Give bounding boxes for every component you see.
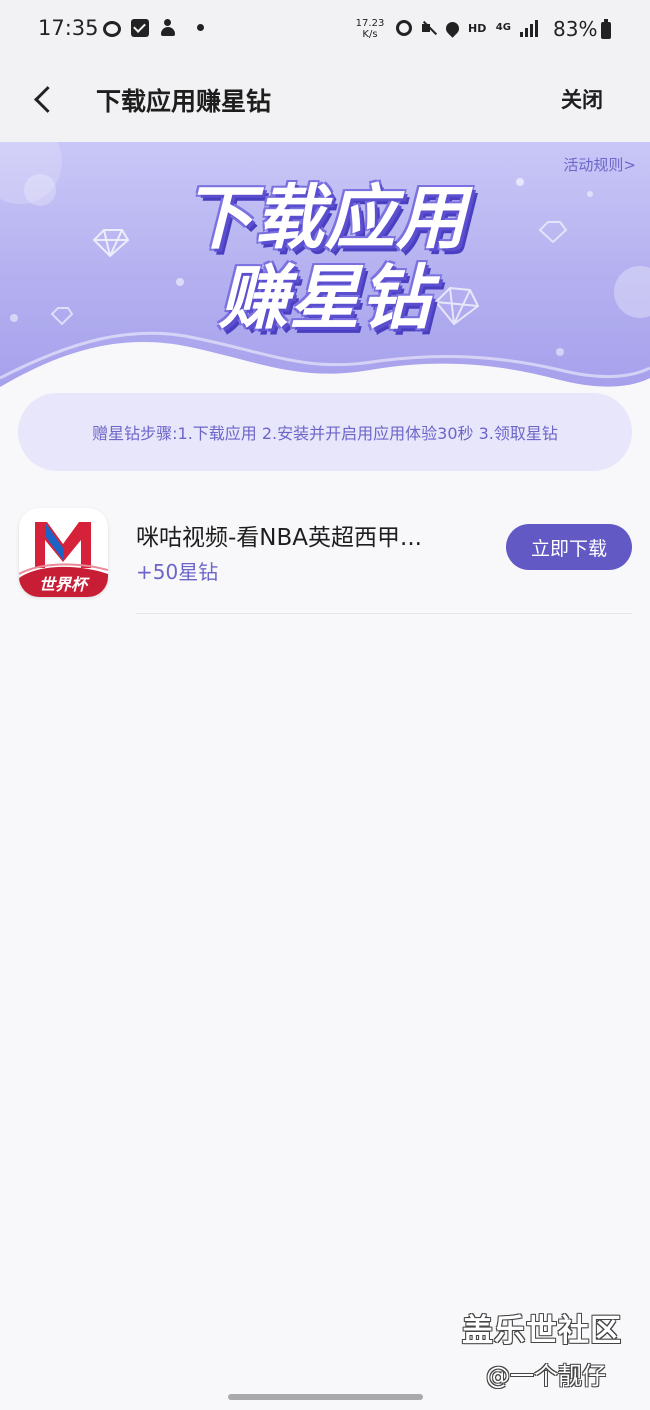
more-notifications-dot-icon xyxy=(197,24,204,31)
mute-icon xyxy=(421,20,437,36)
back-button[interactable] xyxy=(26,80,66,120)
network-speed: 17.23 K/s xyxy=(352,18,388,40)
banner-heading-line2: 赚星钻 xyxy=(218,257,432,339)
migu-logo-icon: 世界杯 xyxy=(19,508,108,597)
alarm-icon xyxy=(396,20,412,36)
rules-link[interactable]: 活动规则> xyxy=(563,154,636,175)
app-icon-badge: 世界杯 xyxy=(39,576,90,594)
battery-icon xyxy=(601,19,611,39)
watermark-author: @一个靓仔 xyxy=(486,1362,606,1390)
download-button[interactable]: 立即下载 xyxy=(506,524,632,570)
steps-info: 赠星钻步骤:1.下载应用 2.安装并开启用应用体验30秒 3.领取星钻 xyxy=(18,393,632,471)
list-item: 世界杯 咪咕视频-看NBA英超西甲... +50星钻 立即下载 xyxy=(0,500,650,615)
close-button[interactable]: 关闭 xyxy=(561,84,603,114)
banner-heading: 下载应用 赚星钻 xyxy=(0,178,650,338)
network-speed-value: 17.23 xyxy=(355,18,385,29)
status-bar: 17:35 17.23 K/s HD 4G 83% xyxy=(0,0,650,60)
app-reward: +50星钻 xyxy=(136,560,219,584)
status-time: 17:35 xyxy=(38,16,99,40)
divider xyxy=(136,613,632,614)
network-type: 4G xyxy=(495,22,511,33)
battery-percent: 83% xyxy=(553,17,598,41)
promo-banner: 活动规则> 下载应用 赚星钻 xyxy=(0,142,650,392)
status-left-icons xyxy=(103,18,204,37)
screen: 17:35 17.23 K/s HD 4G 83% 下载应用赚星钻 关闭 活动规… xyxy=(0,0,650,1410)
network-speed-unit: K/s xyxy=(362,29,378,40)
banner-heading-line1: 下载应用 xyxy=(183,177,467,259)
signal-icon xyxy=(520,19,540,37)
person-notification-icon xyxy=(159,18,177,37)
app-icon[interactable]: 世界杯 xyxy=(19,508,108,597)
status-right-icons: HD 4G xyxy=(396,18,540,38)
chevron-left-icon xyxy=(34,86,61,113)
page-title: 下载应用赚星钻 xyxy=(96,87,272,116)
watermark-community: 盖乐世社区 xyxy=(462,1313,622,1349)
checkbox-notification-icon xyxy=(131,18,149,37)
weibo-icon xyxy=(103,21,121,37)
home-indicator[interactable] xyxy=(228,1394,423,1400)
steps-text: 赠星钻步骤:1.下载应用 2.安装并开启用应用体验30秒 3.领取星钻 xyxy=(92,424,558,443)
app-name: 咪咕视频-看NBA英超西甲... xyxy=(136,525,422,551)
location-icon xyxy=(443,18,462,38)
hd-label: HD xyxy=(468,21,487,35)
title-bar: 下载应用赚星钻 关闭 xyxy=(0,60,650,142)
